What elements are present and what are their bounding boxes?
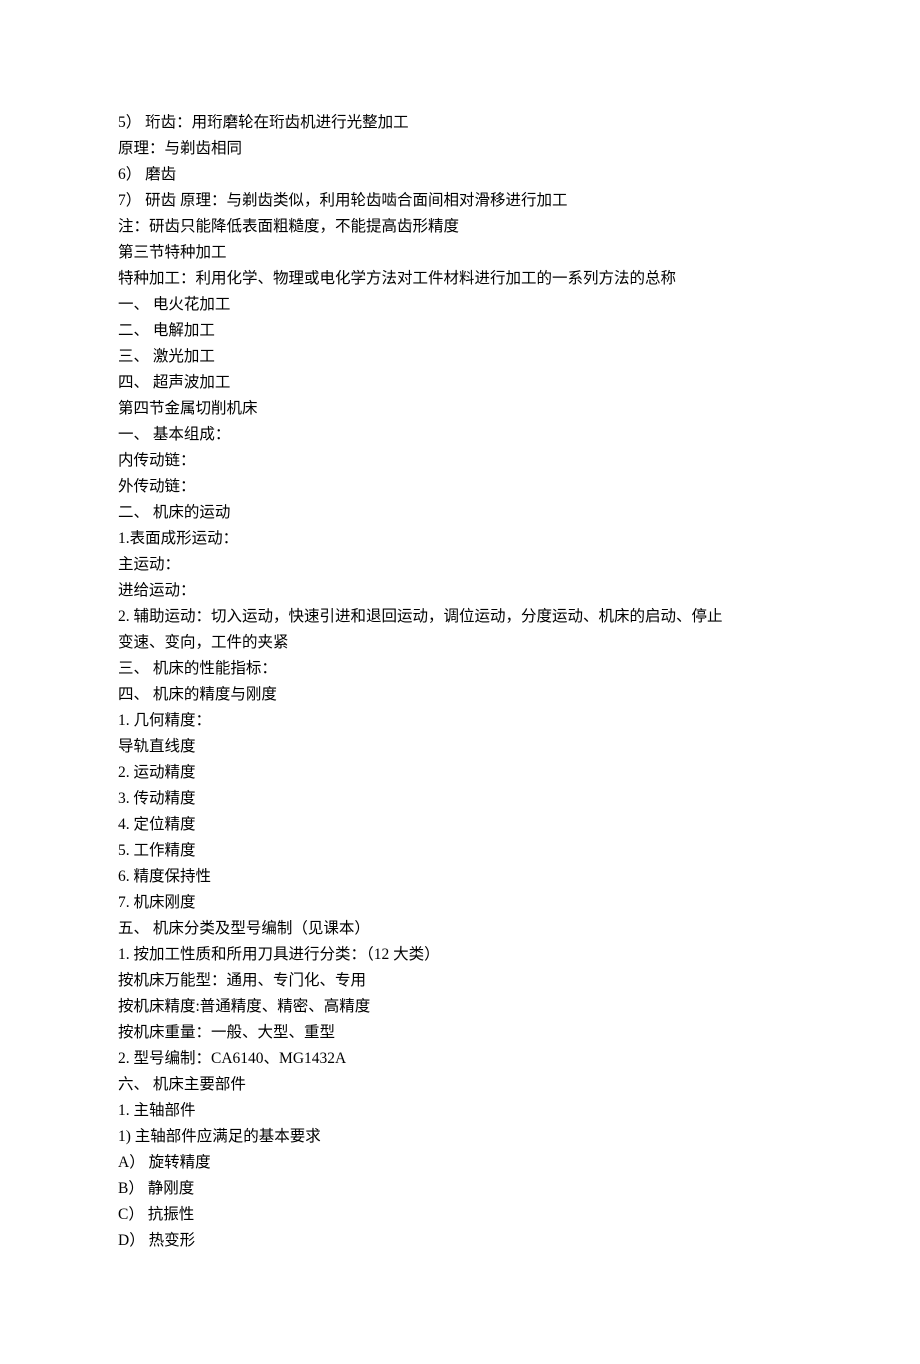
text-line: 2. 型号编制：CA6140、MG1432A <box>118 1046 802 1072</box>
text-line: 六、 机床主要部件 <box>118 1072 802 1098</box>
text-line: 第四节金属切削机床 <box>118 396 802 422</box>
text-line: 1.表面成形运动： <box>118 526 802 552</box>
text-line: C） 抗振性 <box>118 1202 802 1228</box>
text-line: 6. 精度保持性 <box>118 864 802 890</box>
document-body: 5） 珩齿：用珩磨轮在珩齿机进行光整加工 原理：与剃齿相同 6） 磨齿 7） 研… <box>118 110 802 1254</box>
text-line: 外传动链： <box>118 474 802 500</box>
text-line: 一、 电火花加工 <box>118 292 802 318</box>
text-line: 原理：与剃齿相同 <box>118 136 802 162</box>
text-line: 主运动： <box>118 552 802 578</box>
text-line: B） 静刚度 <box>118 1176 802 1202</box>
text-line: 一、 基本组成： <box>118 422 802 448</box>
text-line: 导轨直线度 <box>118 734 802 760</box>
text-line: 5. 工作精度 <box>118 838 802 864</box>
text-line: 按机床精度:普通精度、精密、高精度 <box>118 994 802 1020</box>
text-line: 4. 定位精度 <box>118 812 802 838</box>
text-line: 进给运动： <box>118 578 802 604</box>
text-line: 第三节特种加工 <box>118 240 802 266</box>
text-line: 变速、变向，工件的夹紧 <box>118 630 802 656</box>
text-line: 按机床重量：一般、大型、重型 <box>118 1020 802 1046</box>
text-line: 7） 研齿 原理：与剃齿类似，利用轮齿啮合面间相对滑移进行加工 <box>118 188 802 214</box>
text-line: 5） 珩齿：用珩磨轮在珩齿机进行光整加工 <box>118 110 802 136</box>
text-line: 三、 激光加工 <box>118 344 802 370</box>
text-line: 按机床万能型：通用、专门化、专用 <box>118 968 802 994</box>
text-line: 注：研齿只能降低表面粗糙度，不能提高齿形精度 <box>118 214 802 240</box>
text-line: 四、 机床的精度与刚度 <box>118 682 802 708</box>
text-line: 内传动链： <box>118 448 802 474</box>
text-line: 6） 磨齿 <box>118 162 802 188</box>
text-line: A） 旋转精度 <box>118 1150 802 1176</box>
text-line: 二、 机床的运动 <box>118 500 802 526</box>
text-line: 三、 机床的性能指标： <box>118 656 802 682</box>
text-line: 四、 超声波加工 <box>118 370 802 396</box>
text-line: 3. 传动精度 <box>118 786 802 812</box>
text-line: 五、 机床分类及型号编制（见课本） <box>118 916 802 942</box>
text-line: 1. 几何精度： <box>118 708 802 734</box>
text-line: D） 热变形 <box>118 1228 802 1254</box>
text-line: 2. 辅助运动：切入运动，快速引进和退回运动，调位运动，分度运动、机床的启动、停… <box>118 604 802 630</box>
text-line: 1. 主轴部件 <box>118 1098 802 1124</box>
text-line: 7. 机床刚度 <box>118 890 802 916</box>
text-line: 二、 电解加工 <box>118 318 802 344</box>
text-line: 2. 运动精度 <box>118 760 802 786</box>
text-line: 1) 主轴部件应满足的基本要求 <box>118 1124 802 1150</box>
text-line: 特种加工：利用化学、物理或电化学方法对工件材料进行加工的一系列方法的总称 <box>118 266 802 292</box>
text-line: 1. 按加工性质和所用刀具进行分类：（12 大类） <box>118 942 802 968</box>
